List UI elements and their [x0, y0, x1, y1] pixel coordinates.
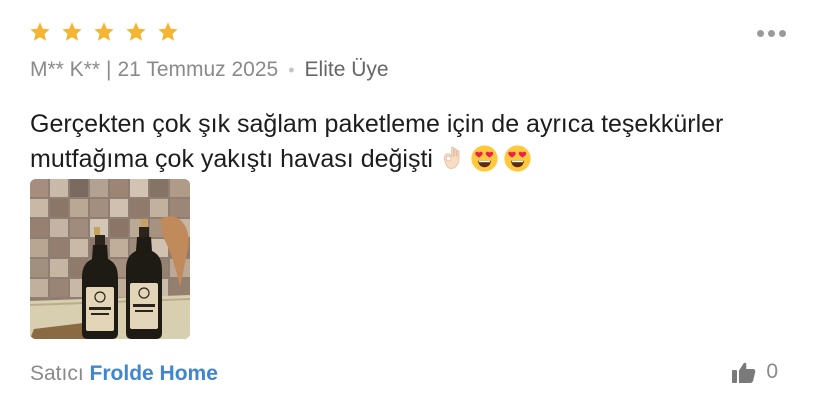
heart-eyes-icon	[504, 145, 531, 172]
seller-prefix: Satıcı	[30, 362, 84, 385]
like-count: 0	[766, 360, 778, 383]
review-text: Gerçekten çok şık sağlam paketleme için …	[30, 107, 800, 177]
star-icon	[94, 22, 114, 41]
ok-hand-icon	[443, 146, 460, 169]
elite-badge: Elite Üye	[304, 58, 389, 81]
seller-link[interactable]: Frolde Home	[90, 362, 218, 385]
like-button[interactable]: 0	[732, 360, 778, 384]
review-text-content: Gerçekten çok şık sağlam paketleme için …	[30, 110, 724, 173]
star-icon	[126, 22, 146, 41]
review-date: 21 Temmuz 2025	[117, 58, 279, 81]
thumbs-up-icon	[732, 362, 756, 383]
review-author: M** K**	[30, 58, 101, 81]
meta-dot: •	[288, 59, 295, 80]
star-icon	[30, 22, 50, 41]
more-dot	[768, 30, 775, 37]
star-icon	[62, 22, 82, 41]
seller-info: Satıcı Frolde Home	[30, 362, 218, 386]
more-dot	[779, 30, 786, 37]
star-icon	[158, 22, 178, 41]
more-dot	[757, 30, 764, 37]
more-options-icon[interactable]	[757, 30, 786, 37]
review-photo-thumbnail[interactable]	[30, 179, 190, 339]
review-meta: M** K** | 21 Temmuz 2025 • Elite Üye	[30, 58, 389, 82]
rating-stars	[29, 21, 179, 43]
oil-bottles-photo	[30, 179, 190, 339]
heart-eyes-icon	[471, 145, 498, 172]
meta-separator: |	[106, 58, 112, 81]
